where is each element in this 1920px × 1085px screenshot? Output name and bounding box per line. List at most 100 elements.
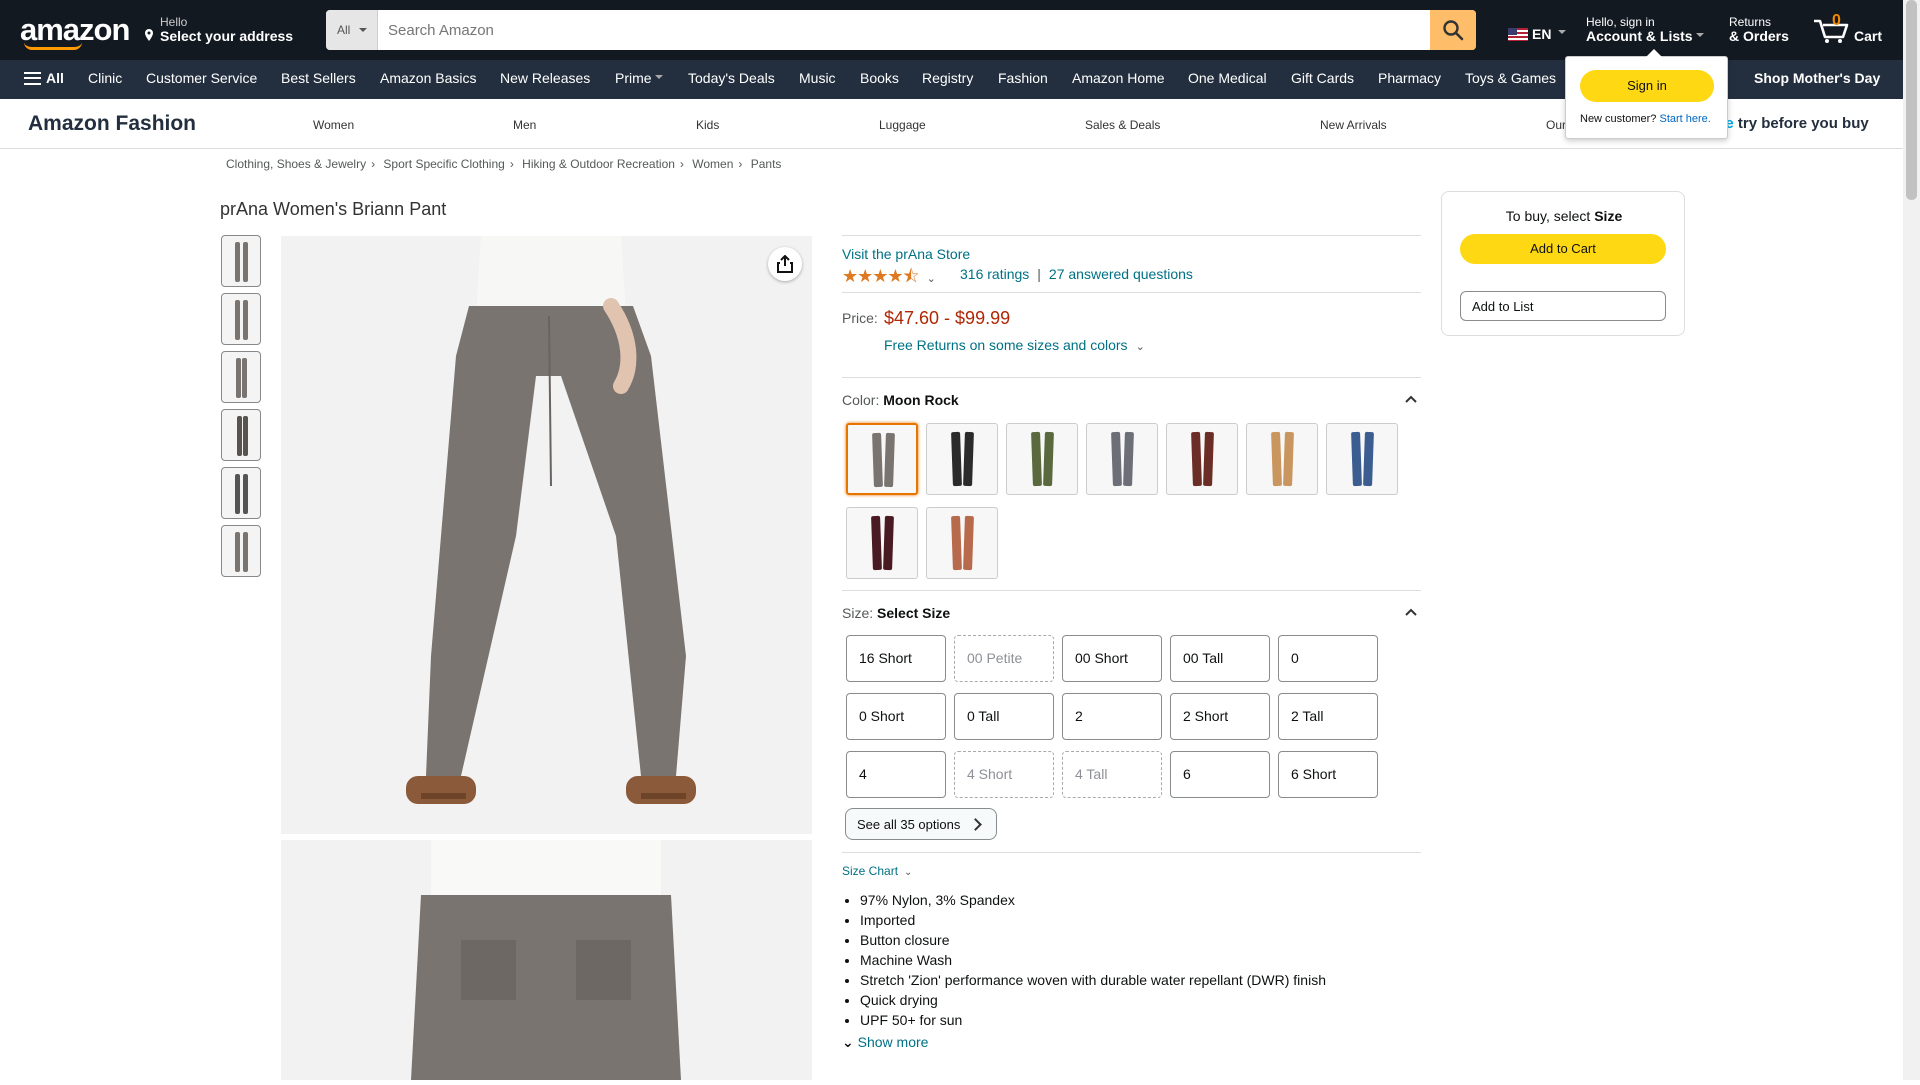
breadcrumb-item[interactable]: Sport Specific Clothing <box>383 157 504 171</box>
swatch-pant-leg <box>1283 431 1294 487</box>
size-option[interactable]: 4 Tall <box>1062 751 1162 798</box>
size-option[interactable]: 6 <box>1170 751 1270 798</box>
search-button[interactable] <box>1430 10 1476 50</box>
nav-item-music[interactable]: Music <box>799 70 836 86</box>
subnav-sales-deals[interactable]: Sales & Deals <box>1085 118 1160 132</box>
nav-item-todays-deals[interactable]: Today's Deals <box>688 70 775 86</box>
add-to-list-button[interactable]: Add to List <box>1460 291 1666 321</box>
thumbnail-image[interactable] <box>221 467 261 519</box>
size-value: Select Size <box>877 605 951 621</box>
subnav-men[interactable]: Men <box>513 118 536 132</box>
chevron-up-icon[interactable] <box>1405 608 1417 616</box>
returns-orders[interactable]: Returns & Orders <box>1729 15 1789 43</box>
nav-item-amazon-home[interactable]: Amazon Home <box>1072 70 1165 86</box>
nav-item-clinic[interactable]: Clinic <box>88 70 122 86</box>
size-option[interactable]: 00 Short <box>1062 635 1162 682</box>
size-chart-link[interactable]: Size Chart ⌄ <box>842 864 912 878</box>
nav-item-gift-cards[interactable]: Gift Cards <box>1291 70 1354 86</box>
thumbnail-image[interactable] <box>221 409 261 461</box>
nav-item-pharmacy[interactable]: Pharmacy <box>1378 70 1441 86</box>
nav-item-amazon-basics[interactable]: Amazon Basics <box>380 70 476 86</box>
share-button[interactable] <box>768 247 802 281</box>
subnav-luggage[interactable]: Luggage <box>879 118 926 132</box>
size-option[interactable]: 6 Short <box>1278 751 1378 798</box>
thumbnail-image[interactable] <box>221 235 261 287</box>
subnav-kids[interactable]: Kids <box>696 118 719 132</box>
size-option[interactable]: 4 Short <box>954 751 1054 798</box>
color-swatch[interactable] <box>846 507 918 579</box>
nav-item-customer-service[interactable]: Customer Service <box>146 70 257 86</box>
color-swatch[interactable] <box>1166 423 1238 495</box>
size-option[interactable]: 00 Petite <box>954 635 1054 682</box>
secondary-product-image[interactable] <box>281 840 812 1080</box>
color-swatch[interactable] <box>846 423 918 495</box>
see-all-options-button[interactable]: See all 35 options <box>845 808 997 840</box>
nav-item-one-medical[interactable]: One Medical <box>1188 70 1267 86</box>
color-swatch[interactable] <box>1246 423 1318 495</box>
signin-button[interactable]: Sign in <box>1580 70 1714 102</box>
color-swatch[interactable] <box>926 423 998 495</box>
color-swatch[interactable] <box>1086 423 1158 495</box>
chevron-up-icon[interactable] <box>1405 395 1417 403</box>
free-returns-link[interactable]: Free Returns on some sizes and colors ⌄ <box>884 337 1145 353</box>
show-more-link[interactable]: ⌄ Show more <box>842 1034 928 1051</box>
subnav-our[interactable]: Our <box>1546 118 1566 132</box>
star-rating-icons: ★★★★⯪ <box>842 266 920 286</box>
breadcrumb-item[interactable]: Hiking & Outdoor Recreation <box>522 157 675 171</box>
all-menu-button[interactable]: All <box>24 70 64 86</box>
ratings-count-link[interactable]: 316 ratings <box>960 266 1029 282</box>
amazon-fashion-logo[interactable]: Amazon Fashion <box>28 112 196 136</box>
breadcrumb-item[interactable]: Women <box>692 157 733 171</box>
cart-button[interactable]: 0 Cart <box>1812 12 1882 52</box>
size-option[interactable]: 2 Tall <box>1278 693 1378 740</box>
answered-questions-link[interactable]: 27 answered questions <box>1049 266 1193 282</box>
color-swatch[interactable] <box>1006 423 1078 495</box>
store-link[interactable]: Visit the prAna Store <box>842 246 970 262</box>
size-option[interactable]: 16 Short <box>846 635 946 682</box>
main-product-image[interactable] <box>281 236 812 834</box>
nav-item-fashion[interactable]: Fashion <box>998 70 1048 86</box>
thumbnail-image[interactable] <box>221 351 261 403</box>
nav-item-new-releases[interactable]: New Releases <box>500 70 590 86</box>
star-rating[interactable]: ★★★★⯪ ⌄ <box>842 264 936 294</box>
chevron-down-icon: ⌄ <box>904 867 913 878</box>
account-lists[interactable]: Hello, sign in Account & Lists <box>1586 15 1704 43</box>
color-swatch[interactable] <box>926 507 998 579</box>
breadcrumb-item[interactable]: Pants <box>751 157 782 171</box>
color-swatch[interactable] <box>1326 423 1398 495</box>
thumbnail-pant-leg <box>235 532 240 572</box>
size-option[interactable]: 4 <box>846 751 946 798</box>
size-option[interactable]: 2 <box>1062 693 1162 740</box>
search-category-dropdown[interactable]: All <box>326 10 378 50</box>
nav-item-books[interactable]: Books <box>860 70 899 86</box>
size-option[interactable]: 0 <box>1278 635 1378 682</box>
language-selector[interactable]: EN <box>1508 26 1567 42</box>
scrollbar-thumb[interactable] <box>1906 0 1917 200</box>
size-option[interactable]: 2 Short <box>1170 693 1270 740</box>
try-before-you-buy-banner[interactable]: me try before you buy <box>1712 115 1869 132</box>
feature-bullets: 97% Nylon, 3% Spandex Imported Button cl… <box>860 890 1326 1030</box>
nav-item-best-sellers[interactable]: Best Sellers <box>281 70 356 86</box>
breadcrumb-item[interactable]: Clothing, Shoes & Jewelry <box>226 157 366 171</box>
search-input[interactable] <box>378 10 1424 50</box>
deliver-to[interactable]: Hello Select your address <box>160 15 293 43</box>
subnav-new-arrivals[interactable]: New Arrivals <box>1320 118 1387 132</box>
subnav-women[interactable]: Women <box>313 118 354 132</box>
nav-item-toys-games[interactable]: Toys & Games <box>1465 70 1556 86</box>
size-option[interactable]: 0 Short <box>846 693 946 740</box>
add-to-cart-button[interactable]: Add to Cart <box>1460 234 1666 264</box>
thumbnail-image[interactable] <box>221 293 261 345</box>
nav-item-registry[interactable]: Registry <box>922 70 973 86</box>
amazon-logo-smile <box>24 42 82 50</box>
size-option[interactable]: 00 Tall <box>1170 635 1270 682</box>
swatch-pant-leg <box>871 515 882 571</box>
divider <box>842 292 1421 293</box>
size-option[interactable]: 0 Tall <box>954 693 1054 740</box>
product-photo-illustration <box>281 236 812 834</box>
nav-item-prime[interactable]: Prime <box>615 70 663 86</box>
feature-bullet: Imported <box>860 910 1326 930</box>
thumbnail-image[interactable] <box>221 525 261 577</box>
start-here-link[interactable]: Start here. <box>1659 113 1710 125</box>
swatch-pant-leg <box>883 515 894 571</box>
mothers-day-promo[interactable]: Shop Mother's Day <box>1754 70 1880 86</box>
